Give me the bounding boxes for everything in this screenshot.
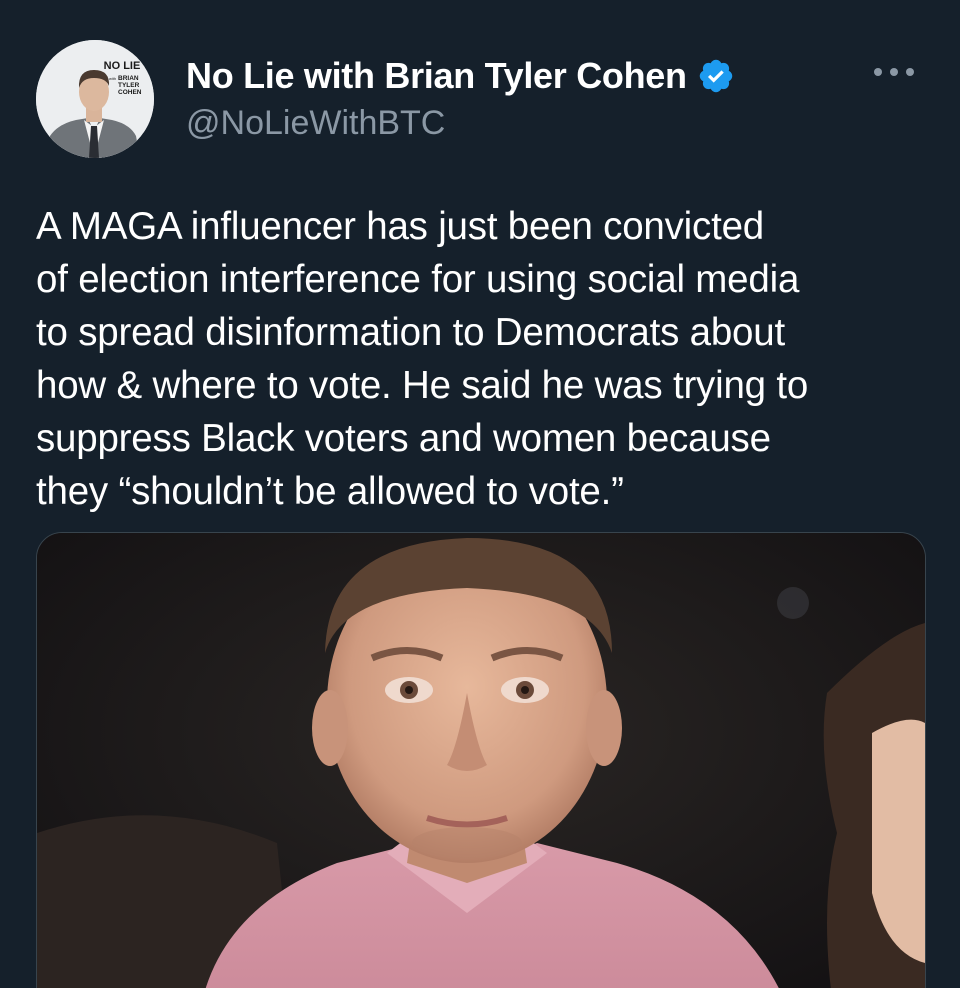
- author-handle[interactable]: @NoLieWithBTC: [186, 104, 445, 143]
- author-display-name[interactable]: No Lie with Brian Tyler Cohen: [186, 55, 687, 97]
- tweet-card: NO LIE with BRIAN TYLER COHEN No Lie wit…: [0, 0, 960, 988]
- avatar-logo-text: NO LIE: [104, 60, 141, 72]
- author-avatar[interactable]: NO LIE with BRIAN TYLER COHEN: [36, 40, 154, 158]
- more-horizontal-icon: [874, 68, 914, 76]
- author-name-row[interactable]: No Lie with Brian Tyler Cohen: [186, 52, 735, 100]
- avatar-image: NO LIE with BRIAN TYLER COHEN: [36, 40, 154, 158]
- avatar-logo-with: with: [109, 76, 116, 81]
- avatar-logo-line: BRIAN: [118, 75, 139, 82]
- photo-image: [37, 533, 925, 988]
- verified-badge-icon: [697, 57, 735, 95]
- avatar-logo-line: COHEN: [118, 89, 142, 96]
- avatar-logo-line: TYLER: [118, 82, 140, 89]
- tweet-media-photo[interactable]: [36, 532, 926, 988]
- tweet-text: A MAGA influencer has just been convicte…: [36, 205, 809, 513]
- more-options-button[interactable]: [868, 52, 920, 92]
